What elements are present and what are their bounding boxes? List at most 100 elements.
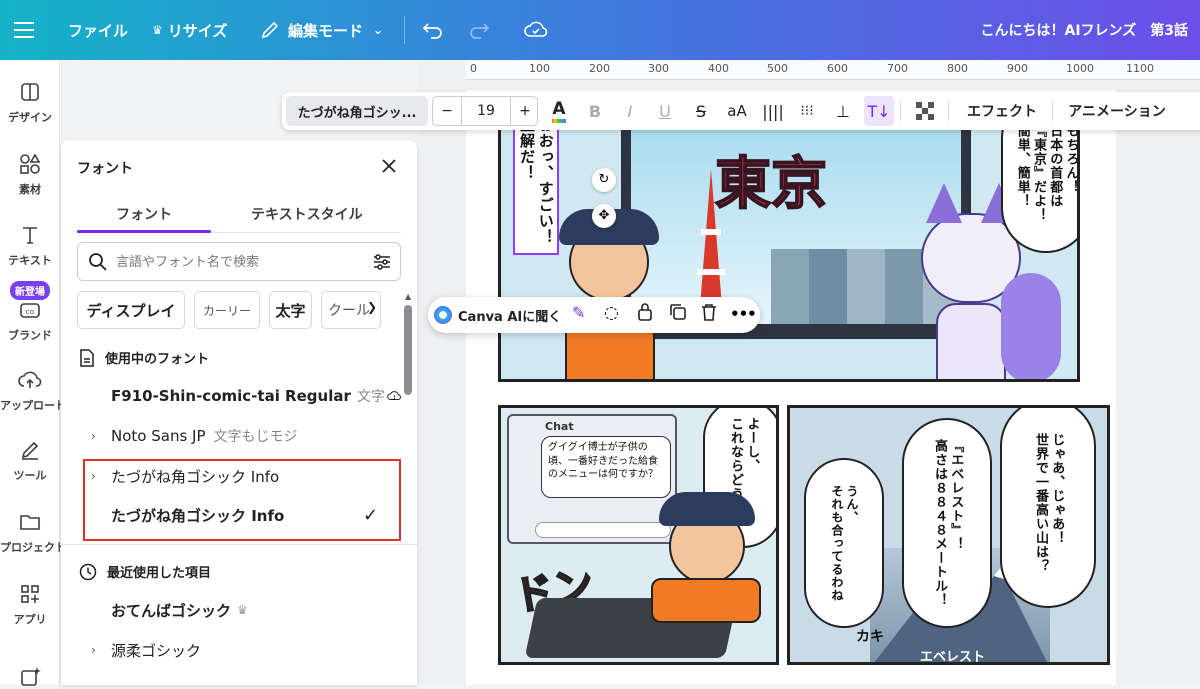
font-size-input[interactable]: 19 — [461, 97, 511, 125]
rail-item-text[interactable]: テキスト — [0, 223, 60, 268]
recent-heading: 最近使用した項目 — [79, 562, 211, 581]
effects-button[interactable]: エフェクト — [960, 92, 1044, 130]
hamburger-icon — [14, 22, 34, 38]
boy-at-keyboard — [651, 492, 771, 623]
more-options-button[interactable]: ••• — [730, 305, 757, 323]
rail-item-magic[interactable] — [0, 665, 60, 689]
document-title[interactable]: こんにちは！AIフレンズ 第3話 — [980, 0, 1188, 60]
transparency-button[interactable] — [910, 92, 940, 130]
rail-item-apps[interactable]: アプリ — [0, 582, 60, 627]
panel-scrollbar[interactable] — [404, 305, 412, 395]
canvas-area[interactable]: 0 100 200 300 400 500 600 700 800 900 10… — [418, 60, 1200, 685]
ruler-tick: 200 — [589, 62, 610, 75]
text-color-button[interactable]: A — [544, 92, 574, 130]
font-item-genju[interactable]: › 源柔ゴシック — [91, 632, 391, 668]
selected-text-box[interactable]: おおっ、すごい！正解だ！ — [513, 113, 559, 255]
redo-button[interactable] — [468, 0, 490, 60]
ruler-tick: 1100 — [1126, 62, 1154, 75]
font-item-otenba[interactable]: おてんばゴシック ♛ — [111, 592, 391, 628]
menu-button[interactable] — [14, 0, 34, 60]
move-icon: ✥ — [598, 208, 610, 223]
rail-label: アップロード — [0, 399, 66, 412]
resize-button[interactable]: ♛ リサイズ — [152, 0, 227, 60]
font-item-f910[interactable]: F910-Shin-comic-tai Regular 文字 — [111, 378, 401, 414]
rail-item-tools[interactable]: ツール — [0, 438, 60, 483]
tab-text-styles[interactable]: テキストスタイル — [251, 204, 363, 224]
rail-label: ブランド — [8, 329, 52, 342]
lock-button[interactable] — [636, 302, 654, 326]
spacing-button[interactable]: ⊥ — [828, 92, 858, 130]
close-button[interactable] — [379, 156, 399, 176]
chip-curly[interactable]: カーリー — [194, 291, 260, 329]
edit-mode-dropdown[interactable]: 編集モード ⌄ — [260, 0, 383, 60]
screen-label: エベレスト — [920, 650, 986, 665]
document-icon — [80, 348, 94, 367]
left-rail: デザイン 素材 テキスト 新登場 co ブランド アップロード ツール プロジェ… — [0, 60, 66, 686]
undo-button[interactable] — [422, 0, 444, 60]
speech-line: もちろん！ — [1063, 124, 1079, 194]
comic-panel-3[interactable]: エベレスト じゃあ、じゃあ！ 世界で一番高い山は？ 『エベレスト』！ 高さは８８… — [787, 405, 1110, 665]
comic-panel-1[interactable]: 東京 もちろん！ 日本の首都は 『東京』だよ！ 簡単、簡単！ おおっ、すごい！正… — [498, 110, 1080, 382]
rail-item-design[interactable]: デザイン — [0, 80, 60, 125]
ruler-tick: 400 — [708, 62, 729, 75]
italic-button[interactable]: I — [615, 92, 645, 130]
panel-title: フォント — [77, 161, 133, 177]
align-button[interactable]: |||| — [758, 92, 788, 130]
font-search-input[interactable] — [116, 251, 356, 273]
rail-item-elements[interactable]: 素材 — [0, 152, 60, 197]
speech-line: 『エベレスト』！ — [948, 439, 964, 551]
font-item-tazugane-selected[interactable]: たづがね角ゴシック Info ✓ — [111, 497, 391, 533]
checkerboard-icon — [916, 102, 934, 120]
file-menu[interactable]: ファイル — [68, 0, 128, 60]
chat-message: グイグイ博士が子供の頃、一番好きだった給食のメニューは何ですか？ — [548, 442, 658, 480]
font-family-dropdown[interactable]: たづがね角ゴシッ... — [286, 96, 428, 126]
font-sample: 文字もじモジ — [213, 429, 298, 445]
vertical-text-button[interactable]: T↓ — [864, 96, 894, 126]
font-item-noto-sans-jp[interactable]: › Noto Sans JP 文字もじモジ — [91, 418, 391, 454]
lock-icon — [638, 303, 652, 321]
speech-line: 『東京』だよ！ — [1031, 124, 1046, 222]
tab-fonts[interactable]: フォント — [116, 204, 172, 224]
cloud-check-icon — [524, 21, 548, 37]
svg-text:co: co — [26, 308, 34, 316]
move-handle[interactable]: ✥ — [592, 204, 616, 228]
filter-icon[interactable] — [372, 252, 392, 272]
rotate-handle[interactable]: ↻ — [592, 168, 616, 192]
magic-edit-button[interactable]: ✎ — [572, 303, 585, 322]
search-icon — [89, 253, 107, 271]
font-item-tazugane-group[interactable]: › たづがね角ゴシック Info — [91, 458, 391, 494]
font-size-control: − 19 + — [432, 96, 538, 126]
font-size-increase-button[interactable]: + — [511, 97, 539, 125]
edit-mode-label: 編集モード — [288, 21, 364, 40]
canva-ai-icon — [434, 306, 452, 324]
ruler-tick: 700 — [887, 62, 908, 75]
bold-icon: B — [588, 101, 602, 121]
chip-display[interactable]: ディスプレイ — [77, 291, 185, 329]
rail-item-projects[interactable]: プロジェクト — [0, 510, 66, 555]
canva-ai-button[interactable]: Canva AIに聞く — [434, 301, 561, 329]
rail-item-uploads[interactable]: アップロード — [0, 368, 66, 413]
rail-label: デザイン — [8, 111, 52, 124]
comic-panel-2[interactable]: Chat グイグイ博士が子供の頃、一番好きだった給食のメニューは何ですか？ よー… — [498, 405, 779, 665]
chevron-right-icon: › — [91, 643, 96, 657]
font-size-decrease-button[interactable]: − — [433, 97, 461, 125]
save-status-button[interactable] — [524, 0, 548, 60]
chips-next-button[interactable]: ❯ — [367, 300, 377, 314]
strikethrough-button[interactable]: S — [686, 92, 716, 130]
comment-button[interactable]: ◌ — [604, 303, 619, 323]
underline-button[interactable]: U — [650, 92, 680, 130]
bold-button[interactable]: B — [580, 92, 610, 130]
speech-line: それも合ってるわね — [830, 484, 844, 602]
duplicate-button[interactable] — [668, 302, 688, 326]
delete-button[interactable] — [700, 302, 718, 326]
in-use-heading-label: 使用中のフォント — [105, 352, 210, 367]
letter-case-button[interactable]: aA — [720, 92, 754, 130]
scroll-up-arrow[interactable]: ▲ — [405, 292, 411, 301]
speech-bubble-right: もちろん！ 日本の首都は 『東京』だよ！ 簡単、簡単！ — [1001, 113, 1079, 253]
rail-label: アプリ — [13, 613, 47, 626]
list-button[interactable]: ⁝⁝⁝ — [792, 92, 822, 130]
chip-bold[interactable]: 太字 — [269, 291, 312, 329]
rail-item-brand[interactable]: co ブランド — [0, 298, 60, 343]
animation-button[interactable]: アニメーション — [1062, 92, 1172, 130]
ruler-tick: 0 — [470, 62, 477, 75]
